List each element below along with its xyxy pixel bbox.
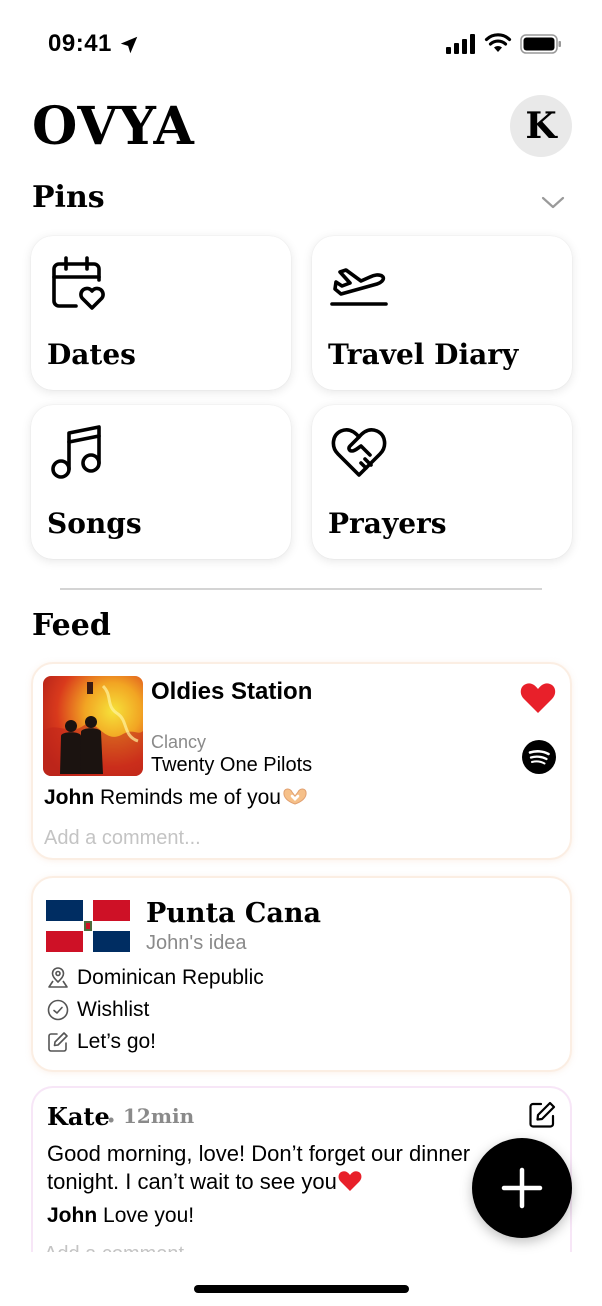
like-button[interactable] — [519, 680, 557, 716]
app-title: OVYA — [32, 96, 195, 157]
add-button[interactable] — [472, 1138, 572, 1238]
section-divider — [60, 588, 542, 590]
home-indicator[interactable] — [194, 1285, 409, 1293]
comment-text: Reminds me of you — [100, 786, 281, 809]
feed-section-title: Feed — [32, 608, 111, 643]
note-text-line: tonight. I can’t wait to see you — [47, 1168, 527, 1196]
note-label: Let’s go! — [77, 1030, 157, 1053]
red-heart-emoji-icon — [338, 1171, 362, 1191]
cellular-signal-icon — [446, 34, 475, 54]
song-station-title: Oldies Station — [151, 678, 313, 705]
place-subtitle: John's idea — [146, 932, 247, 954]
calendar-heart-icon — [52, 256, 105, 310]
place-name: Punta Cana — [146, 898, 322, 929]
wifi-icon — [484, 33, 512, 52]
note-author: Kate — [47, 1102, 110, 1131]
profile-avatar-button[interactable]: K — [510, 95, 572, 157]
heart-hands-emoji-icon — [283, 788, 307, 805]
plus-icon — [501, 1167, 543, 1209]
pin-label: Dates — [47, 338, 136, 371]
status-bar: 09:41 — [0, 0, 602, 90]
pin-label: Prayers — [328, 507, 447, 540]
check-circle-icon — [47, 999, 69, 1021]
note-text: Good morning, love! Don’t forget our din… — [47, 1140, 527, 1196]
feed-card-song[interactable]: Oldies Station Clancy Twenty One Pilots … — [31, 662, 572, 860]
reply-text: Love you! — [103, 1204, 195, 1227]
pin-label: Songs — [47, 507, 142, 540]
pin-card-prayers[interactable]: Prayers — [312, 405, 572, 559]
note-text-line: Good morning, love! Don’t forget our din… — [47, 1141, 471, 1166]
note-reply: John Love you! — [47, 1204, 194, 1228]
edit-icon — [529, 1101, 556, 1128]
chevron-down-icon — [541, 196, 565, 209]
location-pin-icon — [48, 967, 68, 988]
location-arrow-icon — [120, 36, 138, 54]
heart-handshake-icon — [331, 428, 387, 477]
heart-filled-icon — [520, 683, 556, 713]
airplane-takeoff-icon — [330, 268, 388, 306]
status-time: 09:41 — [48, 30, 112, 57]
pin-card-songs[interactable]: Songs — [31, 405, 291, 559]
edit-note-button[interactable] — [527, 1100, 557, 1130]
pins-section-title: Pins — [32, 180, 105, 215]
comment-author: John — [44, 786, 95, 809]
reply-author: John — [47, 1204, 98, 1227]
song-comment-input[interactable] — [44, 824, 544, 852]
bottom-safe-area — [0, 1252, 602, 1306]
spotify-icon[interactable] — [522, 740, 556, 774]
status-label: Wishlist — [77, 998, 150, 1021]
pin-label: Travel Diary — [328, 338, 519, 371]
battery-icon — [520, 34, 561, 54]
note-separator: • — [108, 1110, 115, 1130]
song-artist: Twenty One Pilots — [151, 754, 313, 776]
pin-card-travel-diary[interactable]: Travel Diary — [312, 236, 572, 390]
feed-card-travel[interactable]: Punta Cana John's idea Dominican Republi… — [31, 876, 572, 1072]
song-title: Clancy — [151, 732, 207, 752]
music-note-icon — [51, 425, 101, 479]
edit-note-icon — [48, 1032, 68, 1052]
country-row: Dominican Republic — [47, 964, 264, 992]
song-comment: John Reminds me of you — [44, 786, 309, 810]
pins-collapse-button[interactable] — [540, 192, 566, 212]
pin-card-dates[interactable]: Dates — [31, 236, 291, 390]
note-time: 12min — [123, 1104, 195, 1128]
album-cover-image — [43, 676, 143, 776]
note-row: Let’s go! — [47, 1028, 156, 1056]
country-label: Dominican Republic — [77, 966, 264, 989]
status-row: Wishlist — [47, 996, 149, 1024]
dominican-republic-flag-icon — [46, 900, 130, 952]
